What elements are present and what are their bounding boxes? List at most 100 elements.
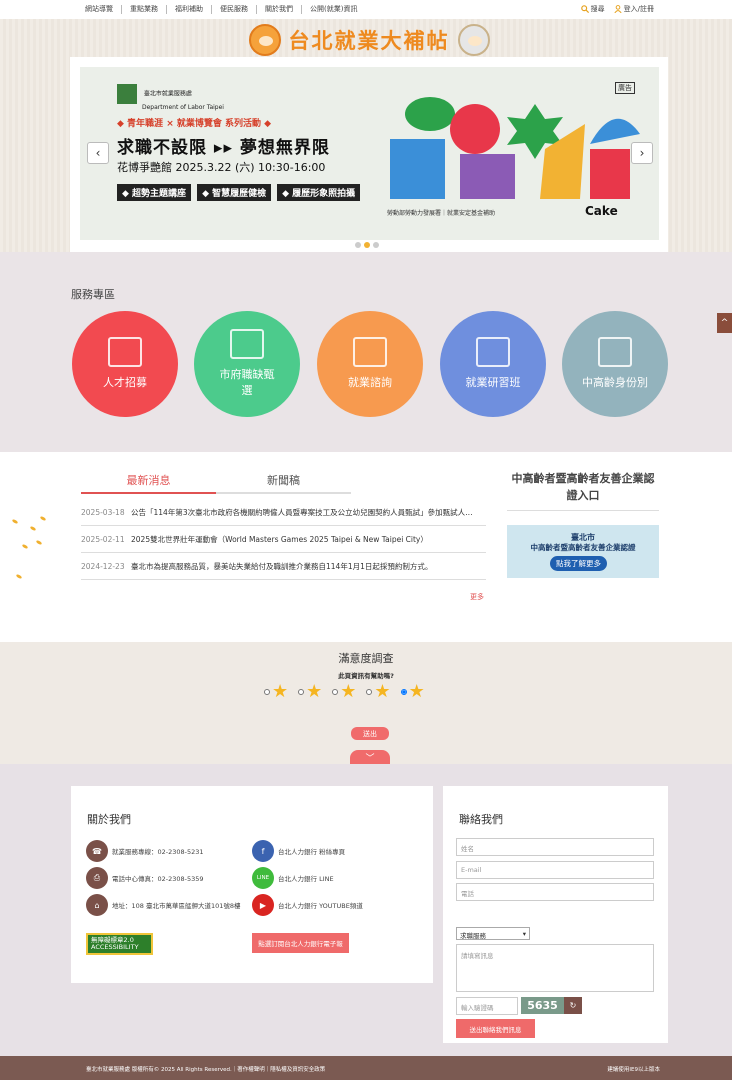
star-icon: ★ <box>408 681 425 702</box>
social-youtube-link[interactable]: ▶ 台北人力銀行 YOUTUBE頻道 <box>252 894 363 916</box>
carousel-dots <box>355 242 379 248</box>
tab-press-release[interactable]: 新聞稿 <box>216 466 351 494</box>
banner-tag: ◆ 履歷形象照拍攝 <box>277 184 361 201</box>
accessibility-badge[interactable]: 無障礙標章2.0 ACCESSIBILITY <box>86 933 153 955</box>
captcha-input[interactable]: 輸入驗證碼 <box>456 997 518 1015</box>
banner-org: 臺北市就業服務處 Department of Labor Taipei <box>117 84 224 111</box>
survey-submit-button[interactable]: 送出 <box>351 727 389 740</box>
contact-title: 聯絡我們 <box>459 813 503 826</box>
rating-radio[interactable] <box>264 689 270 695</box>
rating-option-5[interactable]: ★ <box>400 681 425 702</box>
login-link[interactable]: 登入/註冊 <box>614 4 654 14</box>
hero-slide[interactable]: 臺北市就業服務處 Department of Labor Taipei ◆ 青年… <box>80 67 659 240</box>
service-workshops[interactable]: 就業研習班 <box>440 311 546 417</box>
rating-radio[interactable] <box>332 689 339 695</box>
nav-item-public-info[interactable]: 公開(就業)資訊 <box>302 5 365 14</box>
side-scroll-up-button[interactable]: ^ <box>717 313 732 333</box>
nav-item-convenience[interactable]: 便民服務 <box>212 5 257 14</box>
star-icon: ★ <box>272 681 289 702</box>
logo-text: 台北就業大補帖 <box>288 29 450 53</box>
carousel-prev-button[interactable]: ‹ <box>87 142 109 164</box>
email-field[interactable]: E-mail <box>456 861 654 879</box>
tab-latest-news[interactable]: 最新消息 <box>81 466 216 494</box>
survey-title: 滿意度調查 <box>338 652 394 665</box>
top-nav-actions: 搜尋 登入/註冊 <box>580 4 654 14</box>
home-icon: ⌂ <box>86 894 108 916</box>
service-label: 市府職缺甄選 <box>219 368 275 397</box>
contact-form: 聯絡我們 姓名 E-mail 電話 求職服務 ▾ 請填寫訊息 輸入驗證碼 563… <box>443 786 668 1043</box>
site-logo[interactable]: 台北就業大補帖 <box>240 23 498 57</box>
news-title[interactable]: 2025雙北世界壯年運動會（World Masters Games 2025 T… <box>131 534 428 545</box>
line-icon: LINE <box>252 867 274 889</box>
captcha-image: 5635 <box>521 997 564 1014</box>
subscribe-newsletter-button[interactable]: 點選訂閱台北人力銀行電子報 <box>252 933 349 953</box>
nav-item-key-services[interactable]: 重點業務 <box>122 5 167 14</box>
news-tabs: 最新消息 新聞稿 <box>81 466 351 494</box>
social-text[interactable]: 台北人力銀行 LINE <box>278 873 334 883</box>
nav-item-sitemap[interactable]: 網站導覽 <box>85 5 122 14</box>
service-gov-jobs[interactable]: 市府職缺甄選 <box>194 311 300 417</box>
rating-radio[interactable] <box>366 689 373 695</box>
service-senior[interactable]: 中高齡身份別 <box>562 311 668 417</box>
chevron-down-icon[interactable]: ﹀ <box>350 750 390 764</box>
banner-illustration <box>390 97 640 199</box>
carousel-dot-active[interactable] <box>364 242 370 248</box>
cake-logo: Cake <box>585 204 618 218</box>
carousel-dot[interactable] <box>355 242 361 248</box>
nav-item-about[interactable]: 關於我們 <box>257 5 302 14</box>
youtube-icon: ▶ <box>252 894 274 916</box>
services-section: 服務專區 人才招募 市府職缺甄選 就業諮詢 就業研習班 中高齡身份別 <box>0 252 732 452</box>
job-board-icon <box>108 337 142 367</box>
social-line-link[interactable]: LINE 台北人力銀行 LINE <box>252 867 334 889</box>
service-consulting[interactable]: 就業諮詢 <box>317 311 423 417</box>
senior-cert-title: 中高齡者暨高齡者友善企業認證入口 <box>507 470 659 511</box>
social-text[interactable]: 台北人力銀行 YOUTUBE頻道 <box>278 900 363 910</box>
contact-submit-button[interactable]: 送出聯絡我們訊息 <box>456 1019 535 1038</box>
contact-row-address: ⌂ 地址：108 臺北市萬華區艋舺大道101號8樓 <box>86 894 241 916</box>
facebook-icon: f <box>252 840 274 862</box>
senior-cert-banner[interactable]: 臺北市 中高齡者暨高齡者友善企業認證 點我了解更多 <box>507 525 659 578</box>
rating-option-1[interactable]: ★ <box>264 682 288 702</box>
news-more-link[interactable]: 更多 <box>470 592 484 602</box>
rating-radio[interactable] <box>298 689 305 695</box>
search-link[interactable]: 搜尋 <box>580 4 605 14</box>
news-title[interactable]: 臺北市為提高服務品質，暴美站失業給付及職訓推介業務自114年1月1日起採預約制方… <box>131 561 432 572</box>
top-nav-list: 網站導覽 重點業務 福利補助 便民服務 關於我們 公開(就業)資訊 <box>85 5 365 14</box>
social-text[interactable]: 台北人力銀行 粉絲專頁 <box>278 846 345 856</box>
contact-row-fax: ⎙ 電話中心傳真：02-2308-5359 <box>86 867 204 889</box>
nav-item-welfare[interactable]: 福利補助 <box>167 5 212 14</box>
rating-radio[interactable] <box>400 689 407 695</box>
news-row[interactable]: 2025-03-18 公告「114年第3次臺北市政府各機關約聘僱人員暨專案技工及… <box>81 499 486 526</box>
refresh-icon[interactable]: ↻ <box>564 997 582 1014</box>
news-title[interactable]: 公告「114年第3次臺北市政府各機關約聘僱人員暨專案技工及公立幼兒園契約人員甄試… <box>131 507 473 518</box>
news-row[interactable]: 2024-12-23 臺北市為提高服務品質，暴美站失業給付及職訓推介業務自114… <box>81 553 486 580</box>
header: 台北就業大補帖 臺北市就業服務處 Department of Labor Tai… <box>0 19 732 269</box>
carousel-next-button[interactable]: › <box>631 142 653 164</box>
service-label: 人才招募 <box>103 376 147 389</box>
star-icon: ★ <box>306 681 323 702</box>
service-type-select[interactable]: 求職服務 ▾ <box>456 927 530 940</box>
banner-footnote: 勞動部勞動力發展署｜就業安定基金補助 <box>387 210 496 217</box>
rating-option-3[interactable]: ★ <box>332 682 356 702</box>
banner-date: 花博爭艷館 2025.3.22 (六) 10:30-16:00 <box>117 161 326 174</box>
rating-option-4[interactable]: ★ <box>366 682 391 702</box>
building-icon <box>230 329 264 359</box>
senior-learn-more-button[interactable]: 點我了解更多 <box>550 556 607 571</box>
phone-field[interactable]: 電話 <box>456 883 654 901</box>
search-icon <box>580 5 589 13</box>
name-field[interactable]: 姓名 <box>456 838 654 856</box>
footer-info: 關於我們 ☎ 就業服務專線：02-2308-5231 ⎙ 電話中心傳真：02-2… <box>0 764 732 1056</box>
news-date: 2025-02-11 <box>81 534 125 544</box>
calendar-icon <box>476 337 510 367</box>
news-list: 2025-03-18 公告「114年第3次臺北市政府各機關約聘僱人員暨專案技工及… <box>81 499 486 580</box>
banner-slogan: 求職不設限 ▸▸ 夢想無界限 <box>117 138 330 158</box>
message-textarea[interactable]: 請填寫訊息 <box>456 944 654 992</box>
phone-icon: ☎ <box>86 840 108 862</box>
news-row[interactable]: 2025-02-11 2025雙北世界壯年運動會（World Masters G… <box>81 526 486 553</box>
browser-note: 建議使用IE9以上版本 <box>607 1067 660 1073</box>
rating-option-2[interactable]: ★ <box>298 682 322 702</box>
about-panel: 關於我們 ☎ 就業服務專線：02-2308-5231 ⎙ 電話中心傳真：02-2… <box>71 786 433 983</box>
social-facebook-link[interactable]: f 台北人力銀行 粉絲專頁 <box>252 840 345 862</box>
service-recruitment[interactable]: 人才招募 <box>72 311 178 417</box>
carousel-dot[interactable] <box>373 242 379 248</box>
